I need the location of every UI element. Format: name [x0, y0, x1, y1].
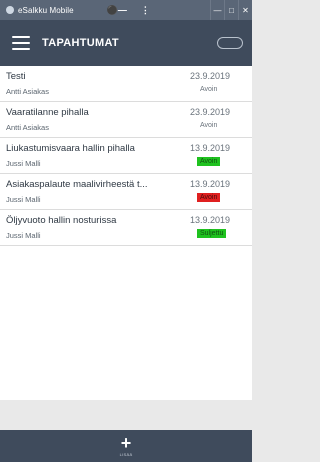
list-item[interactable]: Testi Antti Asiakas 23.9.2019 Avoin — [0, 66, 252, 102]
more-vertical-icon[interactable]: ⋮ — [141, 5, 150, 16]
bottom-bar: + LISÄÄ — [0, 430, 252, 462]
event-date: 13.9.2019 — [190, 143, 231, 153]
event-name: Testi — [6, 71, 26, 82]
list-item[interactable]: Vaaratilanne pihalla Antti Asiakas 23.9.… — [0, 102, 252, 138]
list-item[interactable]: Liukastumisvaara hallin pihalla Jussi Ma… — [0, 138, 252, 174]
event-date: 23.9.2019 — [190, 71, 231, 81]
event-date: 23.9.2019 — [190, 107, 231, 117]
hamburger-icon[interactable] — [12, 36, 30, 50]
app-icon — [6, 6, 14, 14]
status-badge: Suljettu — [197, 229, 227, 238]
event-name: Öljyvuoto hallin nosturissa — [6, 215, 117, 226]
event-date: 13.9.2019 — [190, 215, 231, 225]
window-title: eSalkku Mobile — [18, 5, 74, 15]
event-name: Vaaratilanne pihalla — [6, 107, 89, 118]
close-button[interactable]: ✕ — [238, 0, 252, 20]
list-item[interactable]: Asiakaspalaute maalivirheestä t... Jussi… — [0, 174, 252, 210]
page-title: TAPAHTUMAT — [42, 37, 119, 49]
key-icon[interactable]: ⚫― — [107, 5, 127, 16]
plus-icon[interactable]: + — [121, 434, 132, 452]
app-bar: TAPAHTUMAT — [0, 20, 252, 66]
minimize-button[interactable]: — — [210, 0, 224, 20]
status-badge: Avoin — [200, 86, 218, 93]
maximize-button[interactable]: □ — [224, 0, 238, 20]
status-badge: Avoin — [197, 193, 221, 202]
event-date: 13.9.2019 — [190, 179, 231, 189]
list-item[interactable]: Öljyvuoto hallin nosturissa Jussi Malli … — [0, 210, 252, 246]
add-button-label[interactable]: LISÄÄ — [120, 452, 133, 457]
status-badge: Avoin — [200, 122, 218, 129]
event-list: Testi Antti Asiakas 23.9.2019 Avoin Vaar… — [0, 66, 252, 400]
status-badge: Avoin — [197, 157, 221, 166]
window-titlebar: eSalkku Mobile ⚫― ⋮ — □ ✕ — [0, 0, 252, 20]
event-name: Asiakaspalaute maalivirheestä t... — [6, 179, 148, 190]
window-controls: — □ ✕ — [210, 0, 252, 20]
brand-logo — [217, 37, 243, 49]
event-name: Liukastumisvaara hallin pihalla — [6, 143, 135, 154]
